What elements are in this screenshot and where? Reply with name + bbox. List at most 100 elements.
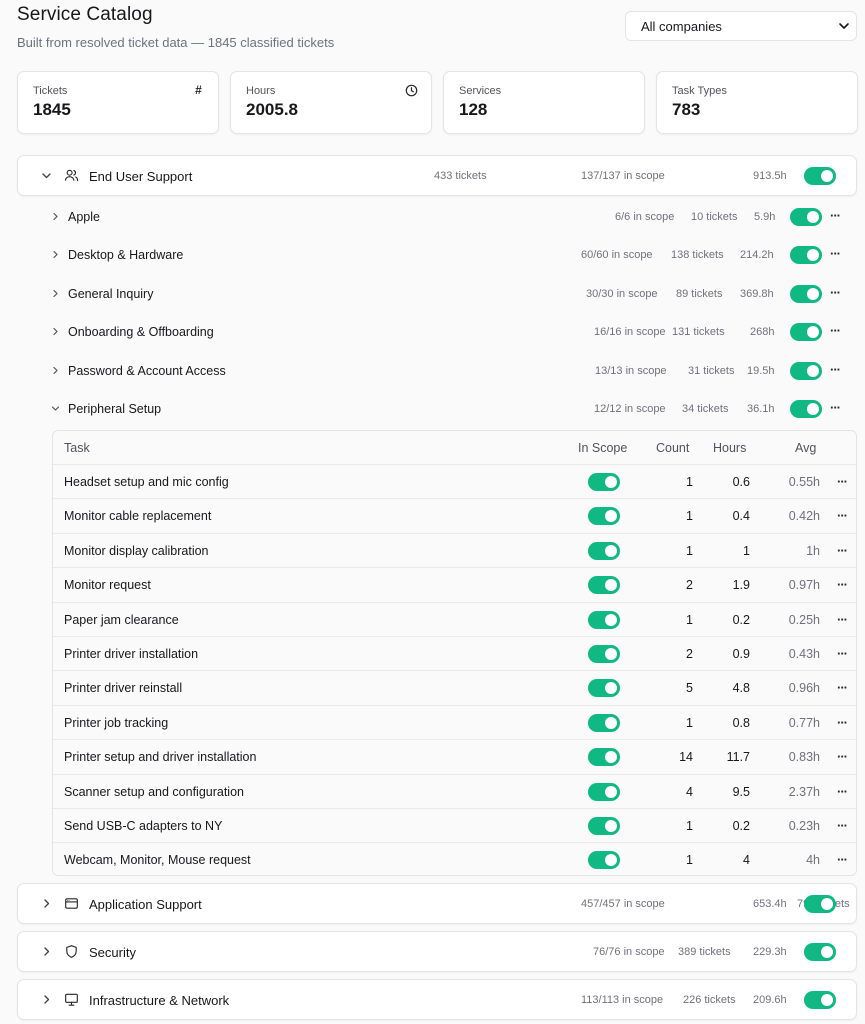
scope-toggle[interactable] [790,362,822,380]
task-count: 1 [686,819,693,833]
company-select[interactable]: All companies [625,11,857,41]
table-row[interactable]: Monitor cable replacement 1 0.4 0.42h ··· [53,498,856,533]
scope-toggle[interactable] [790,285,822,303]
more-options-icon[interactable]: ··· [837,852,848,867]
stat-value: 128 [459,100,488,119]
in-scope-toggle[interactable] [588,713,620,732]
service-name: Desktop & Hardware [68,248,184,262]
more-options-icon[interactable]: ··· [830,400,841,415]
ticket-count: 34 tickets [682,403,729,415]
table-row[interactable]: Webcam, Monitor, Mouse request 1 4 4h ··· [53,842,856,875]
chevron-down-icon[interactable] [40,169,53,182]
more-options-icon[interactable]: ··· [837,715,848,730]
scope-toggle[interactable] [790,323,822,341]
more-options-icon[interactable]: ··· [837,508,848,523]
task-hours: 1.9 [732,578,750,593]
more-options-icon[interactable]: ··· [830,323,841,338]
chevron-right-icon[interactable] [40,945,53,958]
page-header: Service Catalog Built from resolved tick… [17,4,334,50]
scope-toggle[interactable] [804,895,836,913]
more-options-icon[interactable]: ··· [837,749,848,764]
category-header[interactable]: Security 76/76 in scope 389 tickets 229.… [18,932,856,972]
table-row[interactable]: Monitor display calibration 1 1 1h ··· [53,532,856,568]
table-row[interactable]: Scanner setup and configuration 4 9.5 2.37h… [53,773,856,809]
scope-count: 76/76 in scope [593,946,665,958]
in-scope-toggle[interactable] [588,782,620,801]
scope-count: 13/13 in scope [595,365,667,377]
task-name: Send USB-C adapters to NY [64,819,223,833]
in-scope-toggle[interactable] [588,851,620,870]
column-header-count: Count [656,441,690,455]
category-end-user-support: End User Support 137/137 in scope 433 ti… [17,155,857,196]
more-options-icon[interactable]: ··· [837,577,848,592]
more-options-icon[interactable]: ··· [830,208,841,223]
category-header[interactable]: Application Support 457/457 in scope 797… [18,884,856,924]
scope-toggle[interactable] [790,246,822,264]
chevron-right-icon[interactable] [50,211,61,222]
in-scope-toggle[interactable] [588,679,620,698]
more-options-icon[interactable]: ··· [830,285,841,300]
service-row-onboarding-offboarding[interactable]: Onboarding & Offboarding 16/16 in scope … [45,313,857,351]
table-row[interactable]: Printer job tracking 1 0.8 0.77h ··· [53,704,856,740]
more-options-icon[interactable]: ··· [837,784,848,799]
chevron-right-icon[interactable] [40,993,53,1006]
category-name: Security [89,944,136,960]
scope-toggle[interactable] [790,208,822,226]
table-row[interactable]: Printer setup and driver installation 14 1… [53,739,856,774]
in-scope-toggle[interactable] [588,748,620,767]
service-row-desktop-hardware[interactable]: Desktop & Hardware 60/60 in scope 138 ti… [45,236,857,274]
more-options-icon[interactable]: ··· [837,680,848,695]
table-row[interactable]: Paper jam clearance 1 0.2 0.25h ··· [53,601,856,637]
column-header-in-scope: In Scope [578,441,628,455]
more-options-icon[interactable]: ··· [837,474,848,489]
task-avg: 2.37h [788,784,820,799]
in-scope-toggle[interactable] [588,507,620,526]
chevron-right-icon[interactable] [40,897,53,910]
table-row[interactable]: Monitor request 2 1.9 0.97h ··· [53,567,856,602]
more-options-icon[interactable]: ··· [837,818,848,833]
in-scope-toggle[interactable] [588,645,620,663]
table-row[interactable]: Headset setup and mic config 1 0.6 0.55h ··· [53,464,856,499]
scope-toggle[interactable] [790,400,822,418]
in-scope-toggle[interactable] [588,473,620,491]
task-count: 2 [686,578,693,593]
more-options-icon[interactable]: ··· [837,646,848,661]
category-name: Infrastructure & Network [89,992,230,1008]
category-header[interactable]: End User Support 137/137 in scope 433 ti… [18,156,856,196]
chevron-right-icon[interactable] [50,365,61,376]
scope-toggle[interactable] [804,943,836,961]
scope-toggle[interactable] [804,991,836,1009]
more-options-icon[interactable]: ··· [837,612,848,627]
ticket-count: 10 tickets [691,211,738,223]
in-scope-toggle[interactable] [588,576,620,595]
category-header[interactable]: Infrastructure & Network 113/113 in scop… [18,980,856,1020]
task-count: 5 [686,681,693,696]
more-options-icon[interactable]: ··· [830,362,841,377]
task-avg: 0.97h [788,578,820,593]
table-row[interactable]: Printer driver reinstall 5 4.8 0.96h ··· [53,670,856,705]
service-name: Apple [68,210,100,224]
table-row[interactable]: Printer driver installation 2 0.9 0.43h ··· [53,636,856,671]
chevron-down-icon[interactable] [50,403,61,414]
table-row[interactable]: Send USB-C adapters to NY 1 0.2 0.23h ··· [53,808,856,843]
service-row-general-inquiry[interactable]: General Inquiry 30/30 in scope 89 ticket… [45,275,857,313]
stat-value: 2005.8 [246,100,298,119]
service-row-peripheral-setup[interactable]: Peripheral Setup 12/12 in scope 34 ticke… [45,390,857,428]
task-avg: 0.96h [788,681,820,696]
hours-total: 5.9h [754,211,776,223]
task-hours: 4.8 [732,681,750,696]
chevron-right-icon[interactable] [50,249,61,260]
task-hours: 0.4 [732,509,750,524]
more-options-icon[interactable]: ··· [837,543,848,558]
more-options-icon[interactable]: ··· [830,246,841,261]
chevron-right-icon[interactable] [50,288,61,299]
service-name: General Inquiry [68,287,154,301]
service-row-password-account-access[interactable]: Password & Account Access 13/13 in scope… [45,352,857,390]
scope-toggle[interactable] [804,167,836,185]
in-scope-toggle[interactable] [588,541,620,560]
service-row-apple[interactable]: Apple 6/6 in scope 10 tickets 5.9h ··· [45,198,857,236]
chevron-right-icon[interactable] [50,326,61,337]
stat-value: 1845 [33,100,71,119]
in-scope-toggle[interactable] [588,817,620,835]
in-scope-toggle[interactable] [588,610,620,629]
